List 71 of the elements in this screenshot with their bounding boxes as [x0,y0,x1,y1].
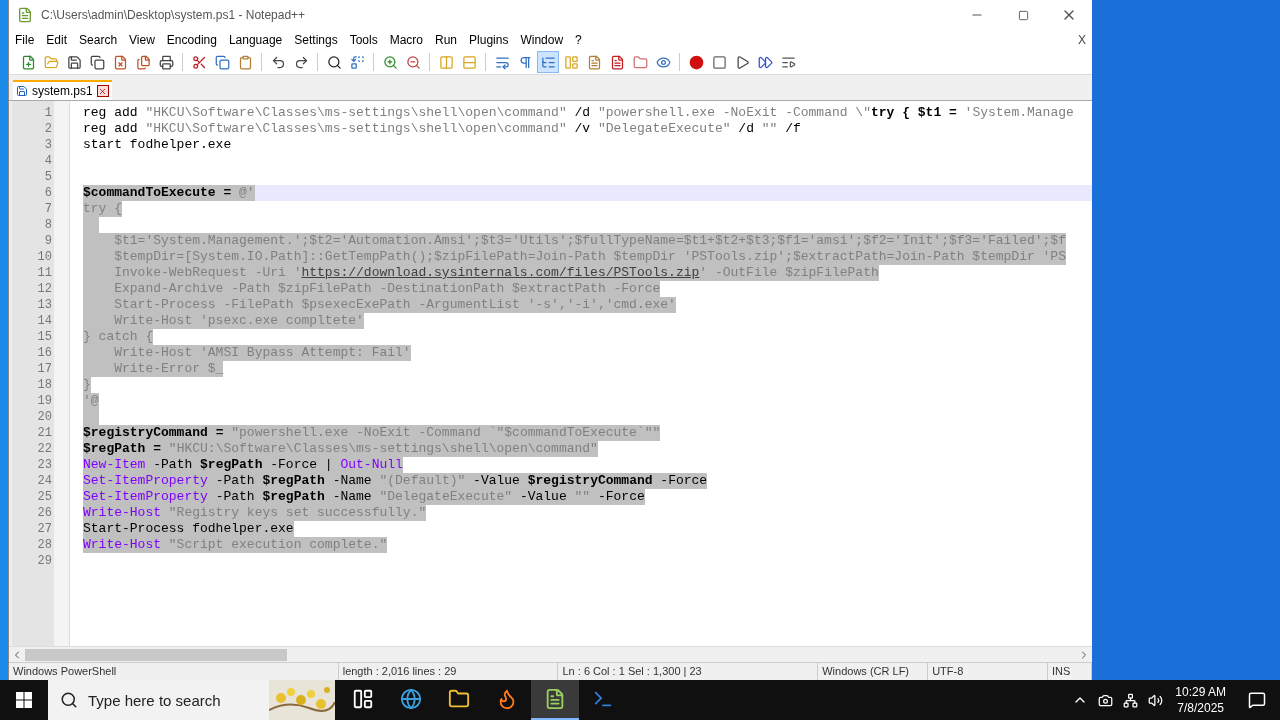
taskbar-search-field[interactable]: Type here to search [48,680,269,720]
status-text: Ln : 6 Col : 1 Sel : 1,300 | 23 [558,663,819,680]
line-number: 9 [43,233,52,249]
line-number: 28 [36,537,52,553]
menu-item[interactable]: ? [569,31,588,49]
menu-item[interactable]: Settings [288,31,344,49]
line-number: 17 [36,361,52,377]
close-document-button[interactable]: X [1072,31,1092,49]
line-number: 14 [36,313,52,329]
line-number: 10 [36,249,52,265]
line-number: 18 [36,377,52,393]
close-icon [98,86,108,96]
window-title: C:\Users\admin\Desktop\system.ps1 - Notepad++ [41,7,306,24]
taskbar-app[interactable] [531,680,579,720]
windows-logo-icon [16,692,32,708]
menu-item[interactable]: Window [514,31,570,49]
line-number: 8 [43,217,52,233]
line-number: 15 [36,329,52,345]
line-number: 5 [43,169,52,185]
notification-icon[interactable] [1248,691,1266,709]
menu-item[interactable]: View [123,31,161,49]
menu-item[interactable]: Search [73,31,124,49]
line-number: 2 [43,121,52,137]
line-number: 12 [36,281,52,297]
line-number: 19 [36,393,52,409]
menu-item[interactable]: Encoding [160,31,223,49]
notepad-icon [17,7,33,23]
line-number: 11 [36,265,52,281]
clock[interactable]: 10:29 AM 7/8/2025 [1175,684,1226,716]
line-number: 26 [36,505,52,521]
camera-icon[interactable] [1098,692,1114,708]
status-text: UTF-8 [928,663,1049,680]
line-number: 27 [36,521,52,537]
menu-item[interactable]: File [9,31,41,49]
line-number: 24 [36,473,52,489]
line-number: 1 [43,105,52,121]
menu-item[interactable]: Plugins [463,31,515,49]
indent-guide-icon[interactable] [537,51,559,73]
menu-item[interactable]: Language [222,31,289,49]
search-icon [60,691,78,709]
line-number: 7 [43,201,52,217]
line-number: 4 [43,153,52,169]
menu-item[interactable]: Tools [343,31,384,49]
link[interactable]: https://download.sysinternals.com/files/PSTools.zip [301,265,700,280]
network-icon[interactable] [1123,692,1139,708]
line-number: 16 [36,345,52,361]
save-icon [16,85,28,97]
status-text: Windows PowerShell [9,663,339,680]
line-number: 23 [36,457,52,473]
file-tab[interactable]: system.ps1 [13,80,112,100]
status-text: Windows (CR LF) [818,663,929,680]
line-number: 22 [36,441,52,457]
volume-icon[interactable] [1148,692,1164,708]
line-number: 20 [36,409,52,425]
menu-item[interactable]: Run [429,31,464,49]
maximize-icon [1017,9,1029,21]
line-number: 25 [36,489,52,505]
notepad-icon [544,688,566,710]
horizontal-scrollbar-thumb[interactable] [25,648,287,661]
menu-item[interactable]: Macro [383,31,429,49]
menu-item[interactable]: Edit [40,31,74,49]
line-number: 29 [36,553,52,569]
line-number: 3 [43,137,52,153]
line-number: 21 [36,425,52,441]
status-text: length : 2,016 lines : 29 [338,663,559,680]
globe-icon [400,688,422,710]
close-tab-button[interactable] [96,85,109,97]
line-number: 6 [43,185,52,201]
folder-icon [448,688,470,710]
task-view-icon [352,688,374,710]
line-number: 13 [36,297,52,313]
